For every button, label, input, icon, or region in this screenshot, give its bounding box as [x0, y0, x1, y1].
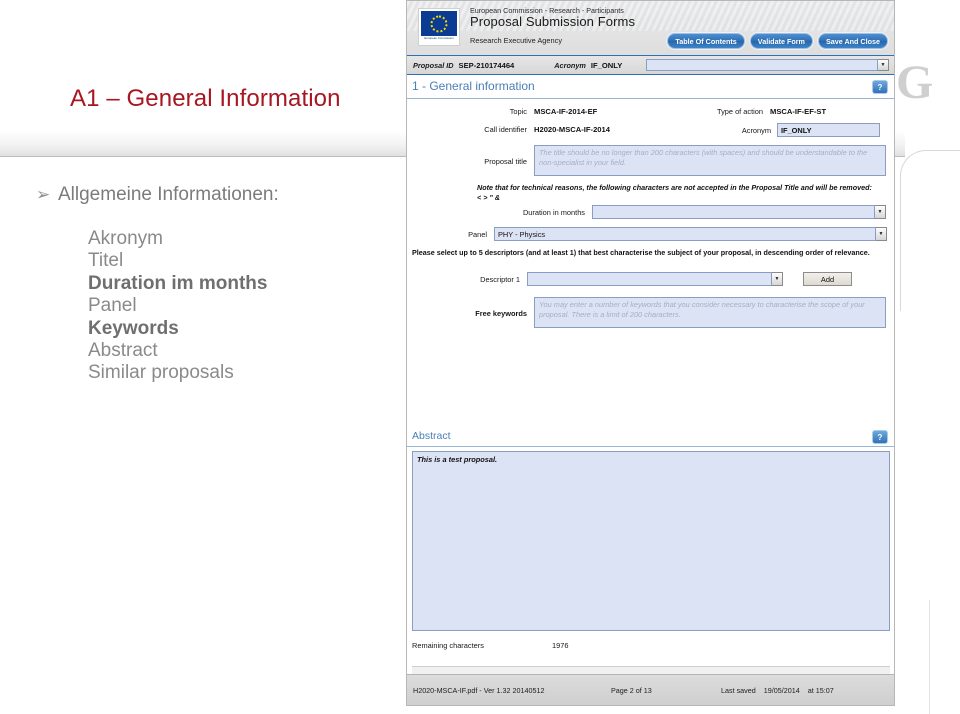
descriptor-input[interactable] — [527, 272, 772, 286]
chevron-down-icon[interactable]: ▼ — [875, 205, 886, 219]
footer-last-saved: Last saved 19/05/2014 at 15:07 — [721, 686, 834, 695]
proposal-title-note: Note that for technical reasons, the fol… — [477, 183, 872, 202]
chevron-down-icon[interactable]: ▼ — [772, 272, 783, 286]
list-item: Panel — [88, 295, 137, 317]
acronym-field-label: Acronym — [741, 125, 771, 135]
type-of-action-value: MSCA-IF-EF-ST — [770, 107, 827, 116]
agency-label: Research Executive Agency — [470, 36, 563, 45]
save-and-close-button[interactable]: Save And Close — [817, 33, 888, 49]
form-body: Topic MSCA-IF-2014-EF Type of action MSC… — [407, 99, 894, 704]
footer-file-name: H2020-MSCA-IF.pdf - Ver 1.32 20140512 — [413, 685, 545, 695]
proposal-title-field: Proposal title The title should be no lo… — [415, 145, 886, 176]
validate-form-button[interactable]: Validate Form — [749, 33, 813, 49]
acronym-label: Acronym — [554, 60, 586, 70]
eu-flag-icon — [421, 11, 457, 36]
form-header: European Commission European Commission … — [407, 1, 894, 55]
page-title: A1 – General Information — [70, 85, 341, 112]
last-saved-time: at 15:07 — [807, 685, 834, 695]
chevron-down-icon[interactable]: ▼ — [876, 227, 887, 241]
help-icon[interactable]: ? — [872, 80, 888, 94]
proposal-id-label: Proposal ID — [413, 60, 454, 70]
brand-watermark-g: G — [896, 56, 934, 109]
goto-input[interactable] — [646, 59, 878, 71]
type-of-action-label: Type of action — [717, 107, 764, 116]
proposal-id-value: SEP-210174464 — [458, 60, 515, 70]
proposal-submission-form-screenshot: European Commission European Commission … — [406, 0, 895, 706]
call-identifier-label: Call identifier — [484, 125, 527, 134]
topic-label: Topic — [509, 107, 527, 116]
section-title: 1 - General information — [412, 79, 535, 93]
add-descriptor-button[interactable]: Add — [803, 272, 852, 286]
acronym-input[interactable]: IF_ONLY — [777, 123, 880, 137]
bullet-label: Allgemeine Informationen: — [58, 184, 279, 205]
abstract-divider — [407, 446, 894, 447]
free-keywords-input[interactable]: You may enter a number of keywords that … — [534, 297, 886, 328]
form-footer: H2020-MSCA-IF.pdf - Ver 1.32 20140512 Pa… — [407, 674, 894, 705]
abstract-heading: Abstract — [412, 430, 451, 442]
panel-label: Panel — [468, 229, 487, 239]
european-commission-logo: European Commission — [418, 8, 460, 46]
logo-caption: European Commission — [424, 36, 454, 40]
descriptor-label: Descriptor 1 — [480, 274, 520, 284]
slide-canvas: G A1 – General Information ➢ Allgemeine … — [0, 0, 960, 714]
help-icon[interactable]: ? — [872, 430, 888, 444]
remaining-characters-row: Remaining characters 1976 — [412, 641, 568, 650]
section-header: 1 - General information ? — [407, 75, 894, 99]
form-title: Proposal Submission Forms — [470, 14, 636, 29]
list-item: Akronym — [88, 228, 163, 249]
duration-label: Duration in months — [522, 207, 585, 217]
panel-input[interactable]: PHY - Physics — [494, 227, 876, 241]
footer-page-number: Page 2 of 13 — [611, 685, 652, 695]
last-saved-label: Last saved — [721, 685, 756, 695]
acronym-value: IF_ONLY — [590, 60, 623, 70]
type-of-action-field: Type of action MSCA-IF-EF-ST — [717, 107, 826, 116]
table-of-contents-button[interactable]: Table Of Contents — [667, 33, 745, 49]
list-item: Keywords — [88, 317, 179, 339]
list-item: Titel — [88, 250, 124, 272]
list-item: Duration im months — [88, 272, 268, 294]
proposal-title-input[interactable]: The title should be no longer than 200 c… — [534, 145, 886, 176]
chevron-down-icon[interactable]: ▼ — [878, 59, 889, 71]
call-identifier-value: H2020-MSCA-IF-2014 — [534, 125, 610, 134]
call-identifier-field: Call identifier H2020-MSCA-IF-2014 — [415, 125, 610, 134]
goto-combobox[interactable]: ▼ — [646, 59, 889, 71]
acronym-field: Acronym IF_ONLY — [725, 123, 880, 137]
eu-stars-icon — [430, 15, 448, 32]
topic-field: Topic MSCA-IF-2014-EF — [467, 107, 598, 116]
last-saved-date: 19/05/2014 — [763, 685, 800, 695]
descriptor-instruction: Please select up to 5 descriptors (and a… — [412, 248, 870, 257]
duration-input[interactable] — [592, 205, 875, 219]
decorative-right-rule — [929, 600, 930, 714]
arrow-bullet-icon: ➢ — [36, 185, 51, 205]
panel-field: Panel PHY - Physics ▼ — [461, 227, 887, 241]
proposal-title-label: Proposal title — [484, 157, 527, 166]
list-item: Abstract — [88, 340, 158, 362]
free-keywords-field: Free keywords You may enter a number of … — [415, 297, 886, 328]
proposal-id-bar: Proposal ID SEP-210174464 Acronym IF_ONL… — [407, 55, 894, 75]
free-keywords-label: Free keywords — [475, 309, 527, 318]
remaining-characters-value: 1976 — [552, 641, 569, 650]
list-item: Similar proposals — [88, 362, 234, 384]
topic-value: MSCA-IF-2014-EF — [534, 107, 598, 116]
remaining-characters-label: Remaining characters — [412, 641, 484, 650]
duration-field: Duration in months ▼ — [517, 205, 886, 219]
descriptor-field: Descriptor 1 ▼ Add — [462, 272, 852, 286]
bullet-item-allgemeine: ➢ Allgemeine Informationen: — [36, 184, 279, 206]
decorative-corner-curve — [900, 150, 960, 311]
header-toolbar: Table Of Contents Validate Form Save And… — [667, 33, 888, 49]
sub-list: Akronym Titel Duration im months Panel K… — [88, 228, 267, 385]
abstract-textarea[interactable]: This is a test proposal. — [412, 451, 890, 631]
